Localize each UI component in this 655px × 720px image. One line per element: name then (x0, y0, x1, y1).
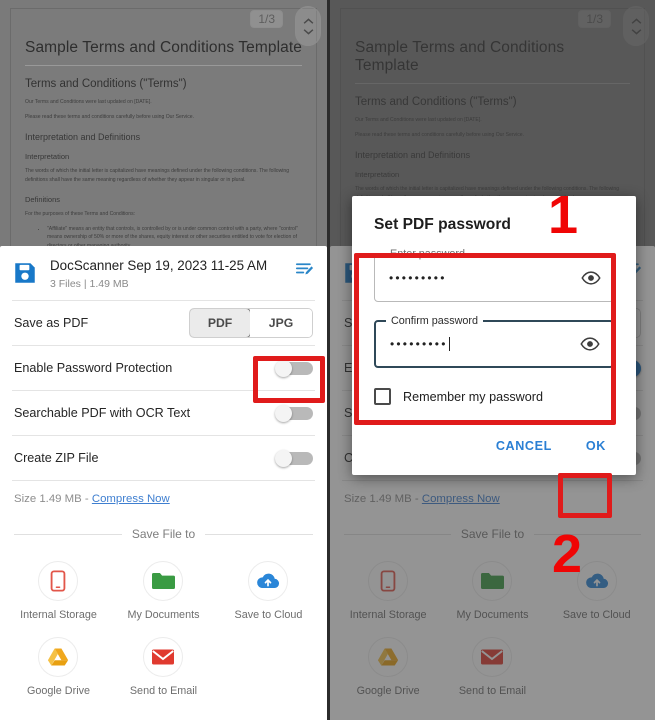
size-text: Size 1.49 MB - (14, 493, 92, 505)
destination-icon-wrap (38, 561, 79, 601)
confirm-password-field[interactable]: Confirm password ••••••••• (374, 315, 614, 368)
dialog-body: Enter password ••••••••• Confirm passwor… (352, 248, 636, 368)
google-drive-icon (48, 648, 69, 666)
dialog-actions: CANCEL OK (352, 405, 636, 475)
searchable-pdf-toggle[interactable] (275, 405, 313, 422)
remember-password-row[interactable]: Remember my password (352, 386, 636, 405)
file-name: DocScanner Sep 19, 2023 11-25 AM (50, 258, 268, 273)
document-heading-interpretation: Interpretation (25, 151, 70, 161)
document-para-purposes: For the purposes of these Terms and Cond… (25, 210, 136, 217)
file-meta: 3 Files | 1.49 MB (50, 278, 129, 290)
save-file-to-label: Save File to (131, 527, 196, 541)
envelope-icon (152, 649, 175, 665)
header-rule-right (205, 533, 313, 535)
cloud-upload-icon (257, 573, 280, 589)
remember-password-label: Remember my password (403, 389, 543, 404)
destination-icon-wrap (143, 561, 184, 601)
destination-internal-storage[interactable]: Internal Storage (6, 551, 111, 627)
confirm-password-value: ••••••••• (390, 337, 448, 351)
destination-icon-wrap (248, 561, 289, 601)
enable-password-protection-toggle[interactable] (275, 360, 313, 377)
document-heading-definitions: Definitions (25, 194, 61, 204)
header-rule-left (14, 533, 122, 535)
destination-icon-wrap (38, 637, 79, 677)
format-segmented-control[interactable]: PDF JPG (189, 308, 313, 338)
size-row: Size 1.49 MB - Compress Now (0, 481, 327, 519)
document-heading-terms: Terms and Conditions ("Terms") (25, 78, 187, 90)
destination-save-to-cloud[interactable]: Save to Cloud (216, 551, 321, 627)
sheet-header: DocScanner Sep 19, 2023 11-25 AM 3 Files… (0, 246, 327, 300)
cancel-button[interactable]: CANCEL (482, 431, 566, 461)
text-caret (448, 337, 450, 351)
destination-label: Save to Cloud (234, 609, 303, 621)
sheet-header-text: DocScanner Sep 19, 2023 11-25 AM 3 Files… (50, 258, 295, 290)
annotation-step-two: 2 (552, 524, 583, 584)
create-zip-toggle[interactable] (275, 450, 313, 467)
compress-now-link[interactable]: Compress Now (92, 493, 170, 505)
rename-edit-icon[interactable] (295, 261, 315, 279)
document-title: Sample Terms and Conditions Template (25, 39, 303, 56)
destination-send-to-email[interactable]: Send to Email (111, 627, 216, 703)
destination-label: Send to Email (129, 685, 198, 697)
document-title-rule (25, 65, 302, 66)
row-searchable-pdf-ocr[interactable]: Searchable PDF with OCR Text (0, 391, 327, 435)
document-para-updated: Our Terms and Conditions were last updat… (25, 99, 152, 105)
toggle-password-visibility-icon[interactable] (580, 337, 600, 351)
destination-icon-wrap (143, 637, 184, 677)
phone-icon (51, 570, 66, 592)
ok-button[interactable]: OK (572, 431, 620, 461)
searchable-pdf-label: Searchable PDF with OCR Text (14, 406, 191, 420)
document-para-interpretation: The words of which the initial letter is… (25, 167, 290, 183)
format-option-pdf[interactable]: PDF (190, 309, 251, 337)
row-enable-password-protection[interactable]: Enable Password Protection (0, 346, 327, 390)
enter-password-field[interactable]: Enter password ••••••••• (374, 248, 614, 302)
create-zip-label: Create ZIP File (14, 451, 99, 465)
enter-password-value: ••••••••• (389, 271, 447, 285)
chevron-up-icon (303, 17, 313, 24)
dialog-title: Set PDF password (374, 216, 511, 233)
save-sheet-left: DocScanner Sep 19, 2023 11-25 AM 3 Files… (0, 246, 327, 720)
enter-password-label: Enter password (385, 248, 471, 260)
save-as-label: Save as PDF (14, 316, 89, 330)
page-scroll-control[interactable] (295, 6, 321, 46)
toggle-knob (275, 360, 292, 377)
destination-grid: Internal Storage My Documents (0, 545, 327, 713)
destination-label: Google Drive (26, 685, 90, 697)
toggle-password-visibility-icon[interactable] (581, 271, 601, 285)
row-create-zip-file[interactable]: Create ZIP File (0, 436, 327, 480)
destination-my-documents[interactable]: My Documents (111, 551, 216, 627)
toggle-knob (275, 405, 292, 422)
remember-password-checkbox[interactable] (374, 388, 391, 405)
toggle-knob (275, 450, 292, 467)
screenshot-stage: Sample Terms and Conditions Template Ter… (0, 0, 655, 720)
destination-label: My Documents (127, 609, 200, 621)
chevron-down-icon (303, 28, 313, 35)
enable-password-protection-label: Enable Password Protection (14, 361, 173, 375)
save-as-row: Save as PDF PDF JPG (0, 301, 327, 345)
destination-label: Internal Storage (20, 609, 97, 621)
left-panel: Sample Terms and Conditions Template Ter… (0, 0, 327, 720)
format-option-jpg[interactable]: JPG (250, 309, 312, 337)
save-floppy-icon (15, 263, 35, 283)
folder-icon (152, 573, 176, 589)
set-pdf-password-dialog: Set PDF password Enter password ••••••••… (352, 196, 636, 475)
page-counter-badge: 1/3 (250, 10, 283, 28)
save-file-to-header: Save File to (0, 519, 327, 545)
confirm-password-label: Confirm password (386, 315, 484, 327)
annotation-step-one: 1 (548, 185, 579, 245)
destination-google-drive[interactable]: Google Drive (6, 627, 111, 703)
document-heading-interpretation-definitions: Interpretation and Definitions (25, 131, 141, 142)
right-panel: Sample Terms and Conditions Template Ter… (327, 0, 655, 720)
document-para-read: Please read these terms and conditions c… (25, 113, 195, 120)
